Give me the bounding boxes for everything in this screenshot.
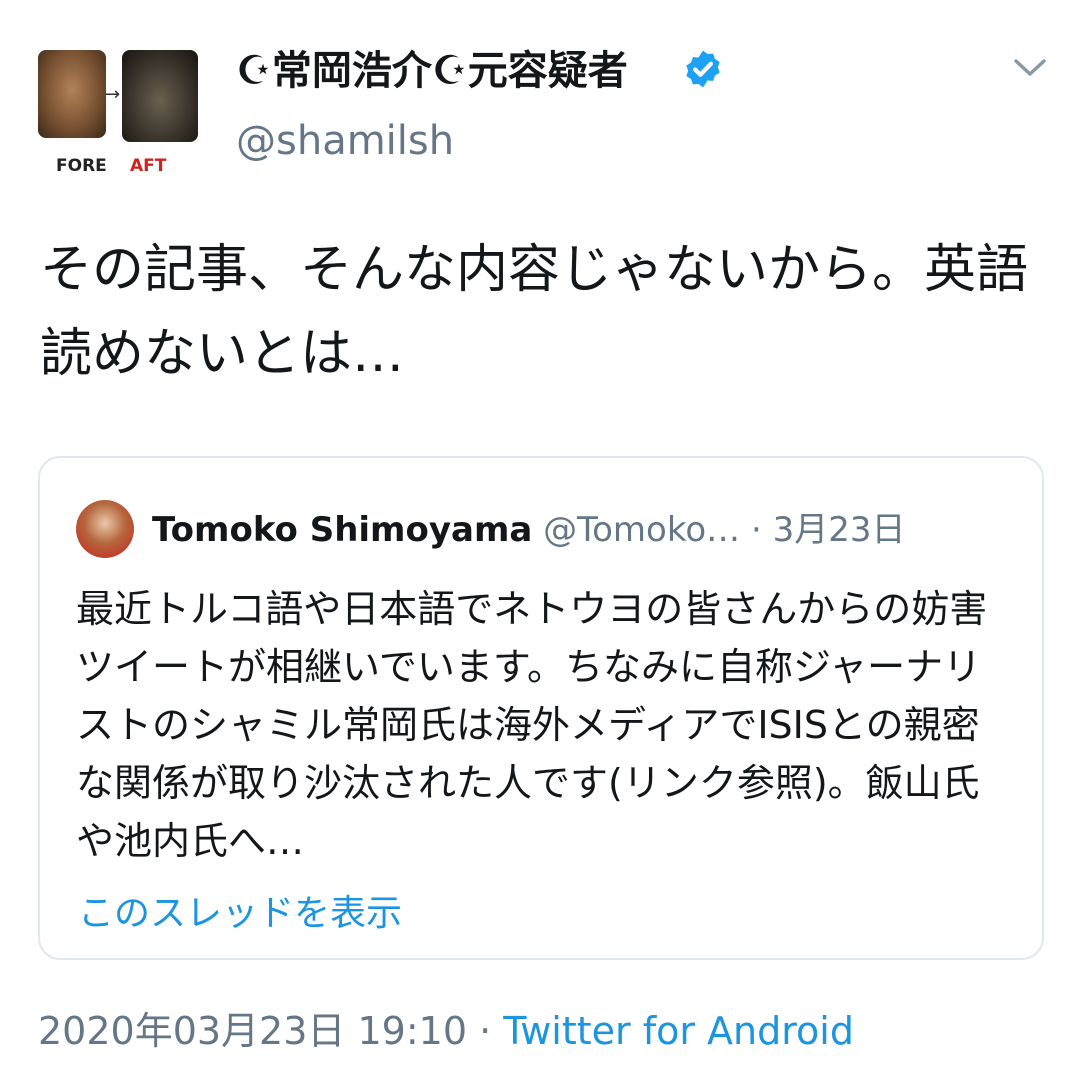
chevron-down-icon[interactable] [1012,56,1048,80]
quoted-tweet-header: Tomoko Shimoyama @Tomoko… · 3月23日 [152,502,905,551]
verified-badge-icon [686,50,720,88]
quoted-tweet-text: 最近トルコ語や日本語でネトウヨの皆さんからの妨害ツイートが相継いでいます。ちなみ… [76,587,988,863]
avatar-after-label: AFT [130,156,167,176]
quoted-date: 3月23日 [772,510,906,550]
quoted-author-name: Tomoko Shimoyama [152,510,533,550]
tweet-timestamp[interactable]: 2020年03月23日 19:10 [38,1009,467,1053]
quoted-separator: · [740,510,773,550]
avatar-before-photo [38,50,106,138]
avatar-before-label: FORE [56,156,107,176]
meta-separator: · [467,1009,504,1053]
avatar-after-photo [122,50,198,142]
tweet-source-link[interactable]: Twitter for Android [503,1009,854,1053]
quoted-author-handle: @Tomoko… [543,510,741,550]
author-avatar[interactable]: → FORE AFT [34,44,202,184]
tweet-text: その記事、そんな内容じゃないから。英語読めないとは… [40,240,1029,384]
author-handle[interactable]: @shamilsh [236,118,454,164]
quoted-tweet-card[interactable]: Tomoko Shimoyama @Tomoko… · 3月23日 最近トルコ語… [38,456,1044,960]
tweet-meta: 2020年03月23日 19:10 · Twitter for Android [38,1000,854,1055]
author-display-name[interactable]: ☪常岡浩介☪元容疑者 [236,38,628,96]
avatar-arrow-icon: → [105,84,121,105]
show-thread-link[interactable]: このスレッドを表示 [78,884,402,936]
quoted-author-avatar [76,500,134,558]
